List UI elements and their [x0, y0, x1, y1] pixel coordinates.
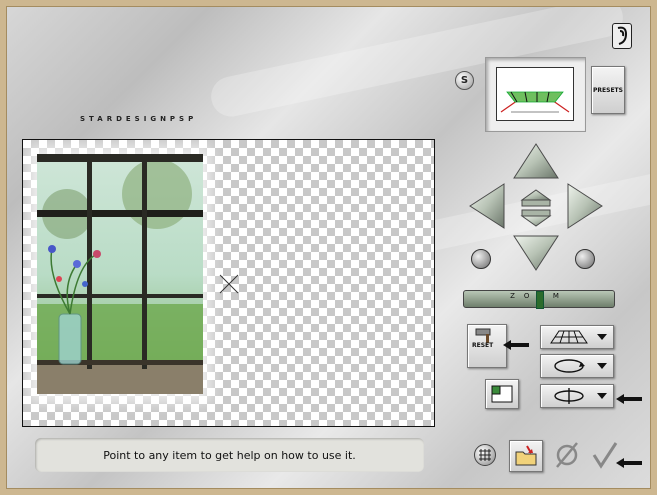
pointer-arrow-icon [616, 458, 642, 468]
chevron-down-icon [597, 334, 607, 340]
flip-dropdown[interactable] [540, 384, 614, 408]
open-folder-icon [515, 445, 537, 466]
move-down-arrow-icon[interactable] [513, 235, 559, 271]
preview-canvas[interactable] [22, 139, 435, 427]
help-status-bar: Point to any item to get help on how to … [35, 438, 424, 472]
hammer-icon [475, 328, 491, 343]
move-up-arrow-icon[interactable] [513, 143, 559, 179]
open-folder-button[interactable] [509, 440, 543, 472]
pointer-arrow-icon [616, 394, 642, 404]
thumbnail-star-graphic [500, 91, 570, 113]
rotate-right-icon[interactable] [575, 249, 595, 269]
chevron-down-icon [597, 363, 607, 369]
pointer-arrow-icon [503, 340, 529, 350]
perspective-plane-icon [550, 330, 588, 344]
zoom-slider-thumb[interactable] [536, 291, 544, 309]
center-down-arrow-icon[interactable] [520, 209, 552, 227]
swatch-icon [491, 385, 513, 403]
help-status-text: Point to any item to get help on how to … [103, 448, 356, 462]
center-marker-icon[interactable] [219, 274, 239, 294]
color-swatch-button[interactable] [485, 379, 519, 409]
grid-icon[interactable] [474, 444, 496, 466]
rotate-left-icon[interactable] [471, 249, 491, 269]
presets-label: PRESETS [593, 86, 623, 94]
move-right-arrow-icon[interactable] [567, 183, 603, 229]
center-up-arrow-icon[interactable] [520, 189, 552, 207]
perspective-dropdown[interactable] [540, 325, 614, 349]
brand-label: STARDESIGNPSP [80, 115, 198, 123]
rotate-dropdown[interactable] [540, 354, 614, 378]
preset-thumbnail[interactable] [485, 57, 586, 132]
reset-button[interactable]: RESET [467, 324, 507, 368]
s-button-label: S [460, 75, 469, 86]
move-left-arrow-icon[interactable] [469, 183, 505, 229]
rotate-icon [554, 359, 585, 373]
s-button[interactable]: S [455, 71, 474, 90]
help-book-icon[interactable] [612, 23, 632, 49]
cancel-icon [556, 442, 578, 468]
thumbnail-preview [496, 67, 574, 121]
zoom-slider[interactable]: ZOOM [463, 290, 615, 309]
flip-icon [554, 388, 584, 404]
cancel-button[interactable] [552, 440, 582, 470]
reset-label: RESET [472, 342, 494, 349]
window-image [37, 154, 203, 394]
presets-button[interactable]: PRESETS [591, 66, 625, 114]
chevron-down-icon [597, 393, 607, 399]
